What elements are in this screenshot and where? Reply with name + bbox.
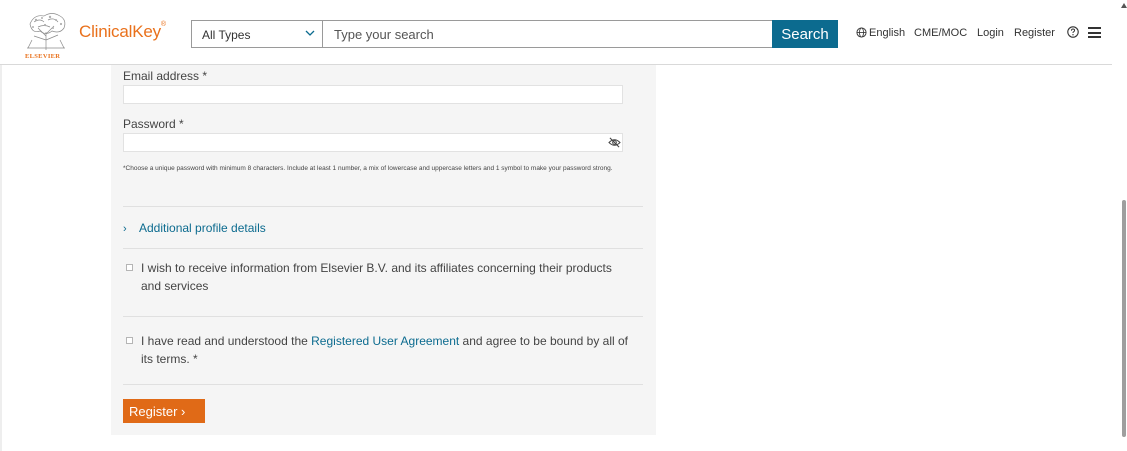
search-bar: All Types Search (191, 20, 838, 48)
registered-user-agreement-link[interactable]: Registered User Agreement (311, 334, 459, 348)
brand-name: ClinicalKey (79, 22, 161, 41)
divider (123, 206, 643, 207)
chevron-right-icon: › (181, 403, 186, 419)
register-link[interactable]: Register (1014, 27, 1055, 39)
help-icon[interactable] (1067, 26, 1079, 38)
clinicalkey-brand[interactable]: ClinicalKey® (79, 21, 166, 42)
register-button[interactable]: Register › (123, 399, 205, 423)
registered-mark: ® (160, 21, 166, 28)
login-link[interactable]: Login (977, 27, 1004, 39)
register-button-label: Register (129, 403, 178, 419)
password-label: Password * (123, 117, 184, 131)
search-button[interactable]: Search (772, 20, 838, 48)
page-edge (0, 65, 2, 451)
language-selector[interactable]: English (856, 27, 905, 39)
agreement-label: I have read and understood the Registere… (141, 332, 631, 368)
scroll-up-arrow-icon[interactable] (1121, 3, 1127, 8)
eye-slash-icon[interactable] (608, 137, 621, 148)
divider (123, 384, 643, 385)
cme-moc-link[interactable]: CME/MOC (914, 27, 967, 39)
search-input[interactable] (324, 21, 764, 47)
additional-profile-toggle[interactable]: › Additional profile details (123, 221, 266, 235)
additional-profile-label: Additional profile details (139, 221, 266, 235)
marketing-consent-label: I wish to receive information from Elsev… (141, 261, 612, 293)
top-header: ELSEVIER ClinicalKey® All Types Search E… (0, 0, 1127, 65)
agreement-checkbox[interactable] (126, 337, 133, 344)
chevron-right-icon: › (123, 223, 127, 235)
agreement-text-start: I have read and understood the (141, 334, 312, 348)
divider (123, 316, 643, 317)
password-hint: *Choose a unique password with minimum 8… (123, 165, 613, 172)
elsevier-tree-icon (24, 10, 68, 50)
elsevier-logo[interactable]: ELSEVIER (24, 10, 68, 60)
email-field[interactable] (123, 85, 623, 104)
registration-form: Email address * Password * *Choose a uni… (111, 65, 656, 435)
divider (123, 248, 643, 249)
language-label: English (869, 27, 906, 39)
scrollbar-thumb[interactable] (1122, 200, 1126, 437)
chevron-down-icon (305, 30, 315, 36)
menu-icon[interactable] (1088, 27, 1101, 38)
email-label: Email address * (123, 69, 208, 83)
globe-icon (856, 27, 867, 38)
content-type-select[interactable]: All Types (192, 21, 323, 47)
elsevier-wordmark: ELSEVIER (25, 53, 61, 60)
content-type-value: All Types (202, 28, 251, 42)
marketing-consent-checkbox[interactable] (126, 264, 133, 271)
password-field[interactable] (123, 133, 623, 152)
